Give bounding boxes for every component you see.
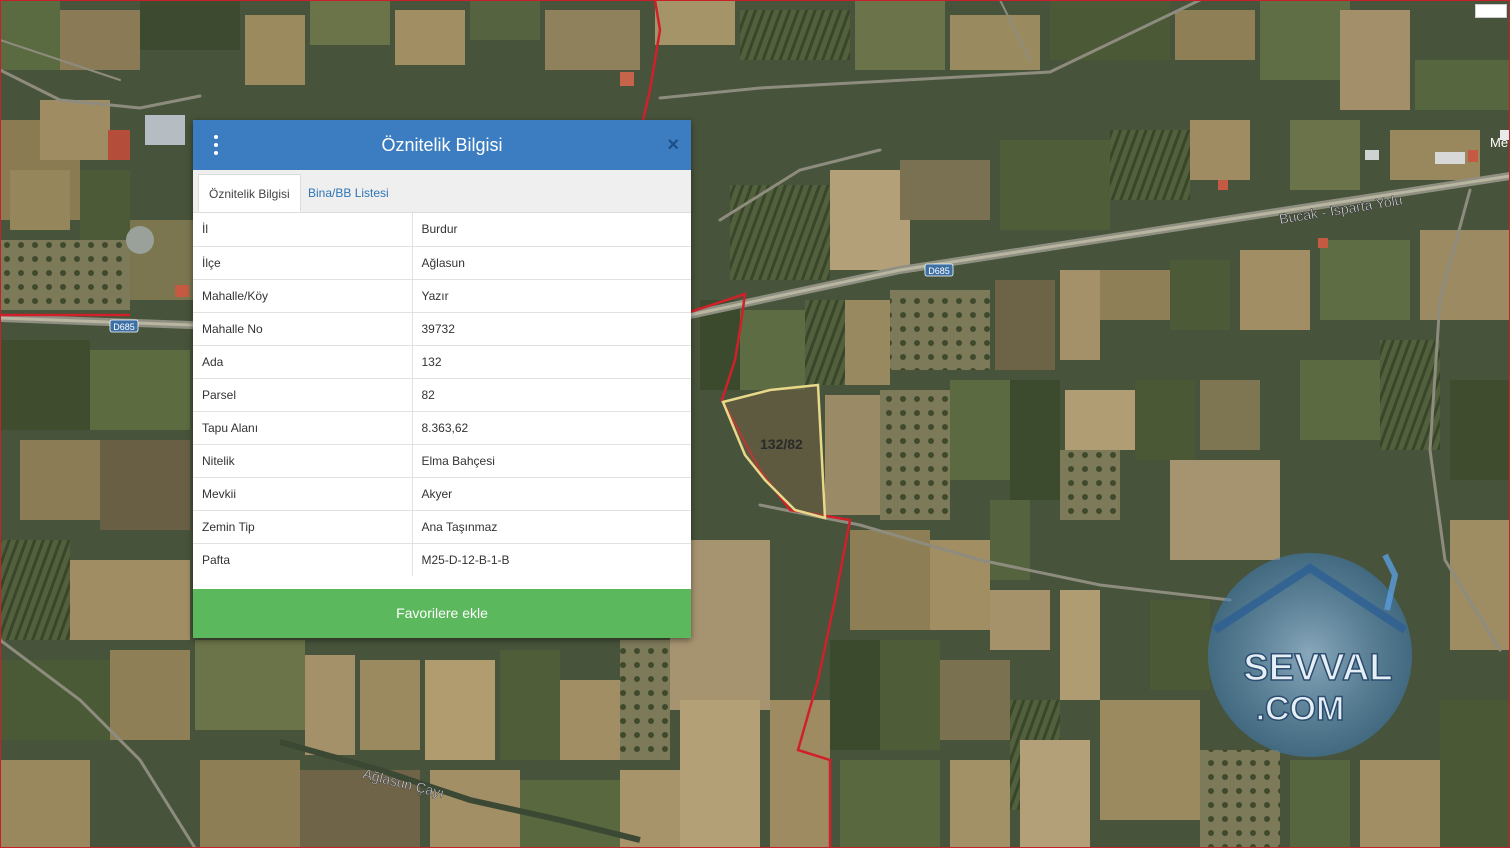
attr-value: Burdur xyxy=(421,222,458,237)
road-badge-d685-right: D685 xyxy=(924,263,954,277)
panel-tabs: Öznitelik Bilgisi Bina/BB Listesi xyxy=(193,170,691,213)
add-to-favorites-button[interactable]: Favorilere ekle xyxy=(193,589,691,638)
attr-value: 132 xyxy=(412,344,691,378)
fullscreen-icon[interactable] xyxy=(1475,4,1507,18)
attribute-table: İl Burdur İlçe Ağlasun Mahalle/Köy Yazır Ma… xyxy=(193,213,691,576)
attr-key: Zemin Tip xyxy=(193,509,413,543)
parcel-label: 132/82 xyxy=(760,436,803,452)
close-icon[interactable]: × xyxy=(667,133,679,157)
table-row: Mahalle No 39732 xyxy=(193,311,691,345)
attr-value: Ağlasun xyxy=(412,245,691,279)
attr-key: Pafta xyxy=(193,542,413,576)
attr-key: İlçe xyxy=(193,245,413,279)
attr-value: 8.363,62 xyxy=(412,410,691,444)
attr-key: Mahalle No xyxy=(193,311,413,345)
table-row: Tapu Alanı 8.363,62 xyxy=(193,410,691,444)
attr-key: Ada xyxy=(193,344,413,378)
svg-text:D685: D685 xyxy=(113,322,135,332)
table-row: Mevkii Akyer xyxy=(193,476,691,510)
attr-key: Parsel xyxy=(193,377,413,411)
table-row: Nitelik Elma Bahçesi xyxy=(193,443,691,477)
attr-key: Mahalle/Köy xyxy=(193,278,413,312)
edge-label: Me xyxy=(1490,135,1508,150)
table-row: Pafta M25-D-12-B-1-B xyxy=(193,542,691,576)
attr-key: Tapu Alanı xyxy=(193,410,413,444)
attr-value: 82 xyxy=(412,377,691,411)
attribute-panel: Öznitelik Bilgisi × Öznitelik Bilgisi Bi… xyxy=(193,120,691,638)
table-row: Zemin Tip Ana Taşınmaz xyxy=(193,509,691,543)
tab-building-list[interactable]: Bina/BB Listesi xyxy=(298,174,399,212)
svg-text:SEVVAL: SEVVAL xyxy=(1243,647,1392,689)
table-row: İlçe Ağlasun xyxy=(193,245,691,279)
panel-header: Öznitelik Bilgisi × xyxy=(193,120,691,170)
attr-value: M25-D-12-B-1-B xyxy=(412,542,691,576)
attr-key: İl xyxy=(193,213,413,246)
attr-value: 39732 xyxy=(412,311,691,345)
road-badge-d685-left: D685 xyxy=(109,319,139,333)
svg-text:D685: D685 xyxy=(928,266,950,276)
attr-key: Mevkii xyxy=(193,476,413,510)
attr-value: Ana Taşınmaz xyxy=(412,509,691,543)
attr-value: Akyer xyxy=(412,476,691,510)
table-row: İl Burdur xyxy=(193,213,691,246)
attr-key: Nitelik xyxy=(193,443,413,477)
attr-value: Yazır xyxy=(412,278,691,312)
panel-title: Öznitelik Bilgisi xyxy=(381,135,503,155)
svg-text:.COM: .COM xyxy=(1256,690,1345,728)
table-row: Mahalle/Köy Yazır xyxy=(193,278,691,312)
table-row: Ada 132 xyxy=(193,344,691,378)
tab-attribute-info[interactable]: Öznitelik Bilgisi xyxy=(198,174,301,212)
watermark-logo: SEVVAL .COM xyxy=(1208,553,1412,757)
table-row: Parsel 82 xyxy=(193,377,691,411)
attr-value: Elma Bahçesi xyxy=(412,443,691,477)
